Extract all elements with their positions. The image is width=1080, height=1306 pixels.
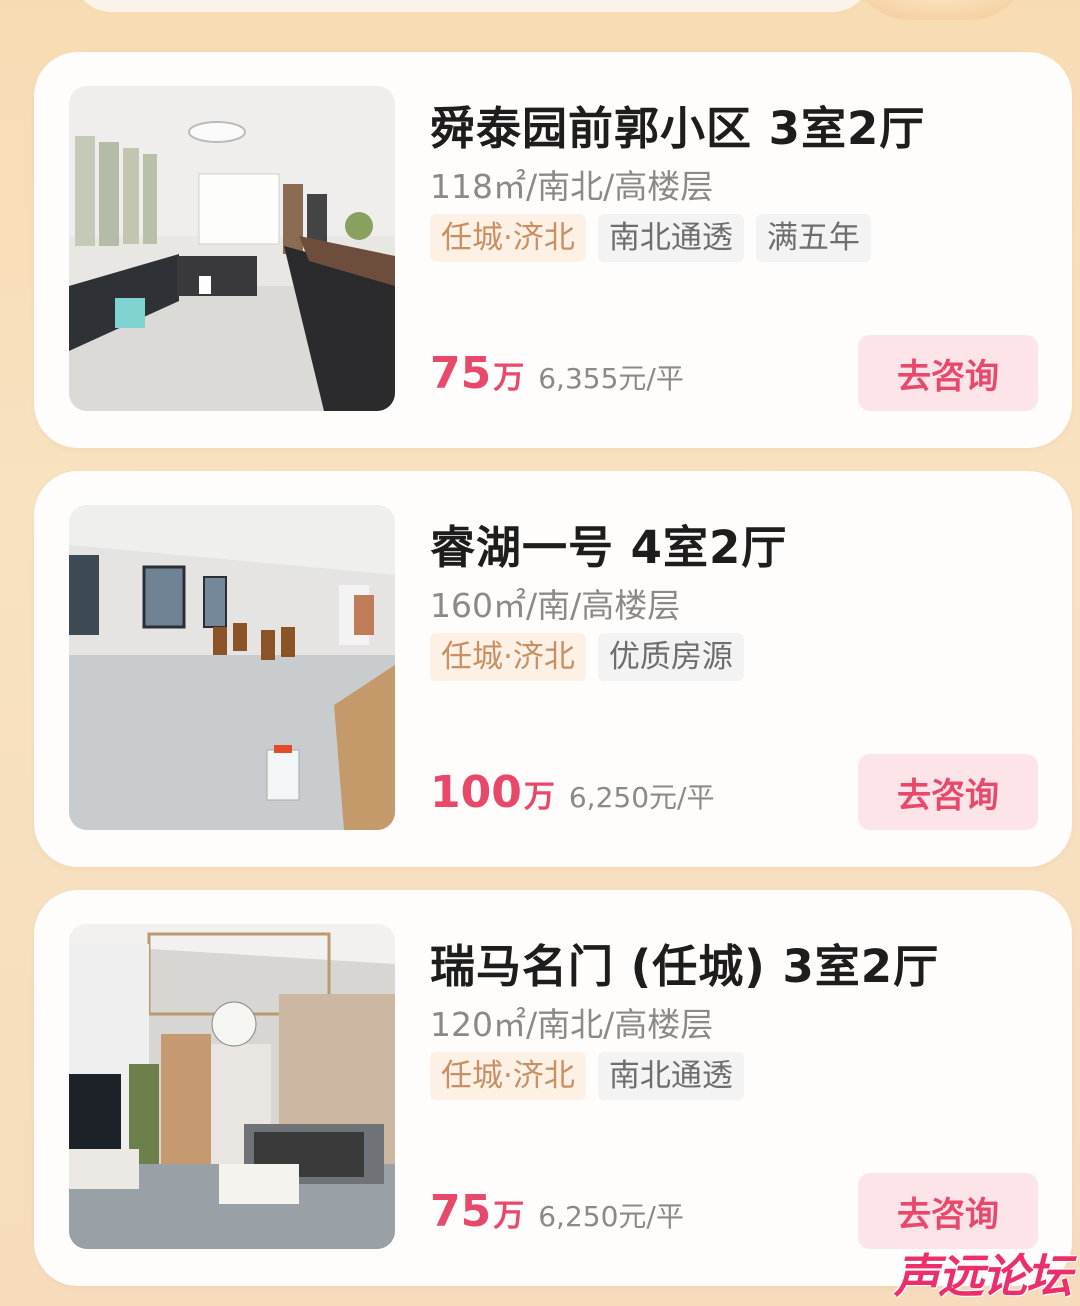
listing-card[interactable]: 舜泰园前郭小区 3室2厅 118㎡/南北/高楼层 任城·济北 南北通透 满五年 … xyxy=(34,52,1072,448)
feature-tag: 满五年 xyxy=(755,214,871,262)
listing-meta: 160㎡/南/高楼层 xyxy=(430,586,681,625)
feature-tag: 南北通透 xyxy=(597,214,744,262)
total-price: 75万 xyxy=(430,348,525,399)
listing-photo[interactable] xyxy=(69,505,395,830)
unit-price: 6,250元/平 xyxy=(568,781,715,814)
decorative-glow xyxy=(850,0,1030,20)
feature-tag: 南北通透 xyxy=(597,1052,744,1100)
consult-button[interactable]: 去咨询 xyxy=(858,335,1038,411)
listing-photo[interactable] xyxy=(69,924,395,1249)
listing-card[interactable]: 瑞马名门 (任城) 3室2厅 120㎡/南北/高楼层 任城·济北 南北通透 75… xyxy=(34,890,1072,1286)
total-price: 75万 xyxy=(430,1186,525,1237)
forum-watermark: 声远论坛 xyxy=(894,1249,1072,1303)
price-row: 75万 6,355元/平 xyxy=(430,348,684,399)
location-tag: 任城·济北 xyxy=(430,633,586,681)
location-tag: 任城·济北 xyxy=(430,214,586,262)
consult-button[interactable]: 去咨询 xyxy=(858,1173,1038,1249)
listing-title: 睿湖一号 4室2厅 xyxy=(430,521,788,574)
unit-price: 6,250元/平 xyxy=(538,1200,684,1233)
listing-photo[interactable] xyxy=(69,86,395,411)
tag-list: 任城·济北 南北通透 满五年 xyxy=(430,214,871,262)
total-price: 100万 xyxy=(430,767,555,818)
listing-title: 瑞马名门 (任城) 3室2厅 xyxy=(430,940,940,993)
listing-title: 舜泰园前郭小区 3室2厅 xyxy=(430,102,926,155)
listing-card[interactable]: 睿湖一号 4室2厅 160㎡/南/高楼层 任城·济北 优质房源 100万 6,2… xyxy=(34,471,1072,867)
previous-card-edge xyxy=(72,0,872,12)
price-row: 75万 6,250元/平 xyxy=(430,1186,684,1237)
location-tag: 任城·济北 xyxy=(430,1052,586,1100)
tag-list: 任城·济北 南北通透 xyxy=(430,1052,744,1100)
listing-meta: 118㎡/南北/高楼层 xyxy=(430,167,714,206)
consult-button[interactable]: 去咨询 xyxy=(858,754,1038,830)
listing-meta: 120㎡/南北/高楼层 xyxy=(430,1005,714,1044)
feature-tag: 优质房源 xyxy=(597,633,744,681)
price-row: 100万 6,250元/平 xyxy=(430,767,714,818)
tag-list: 任城·济北 优质房源 xyxy=(430,633,744,681)
unit-price: 6,355元/平 xyxy=(538,362,684,395)
